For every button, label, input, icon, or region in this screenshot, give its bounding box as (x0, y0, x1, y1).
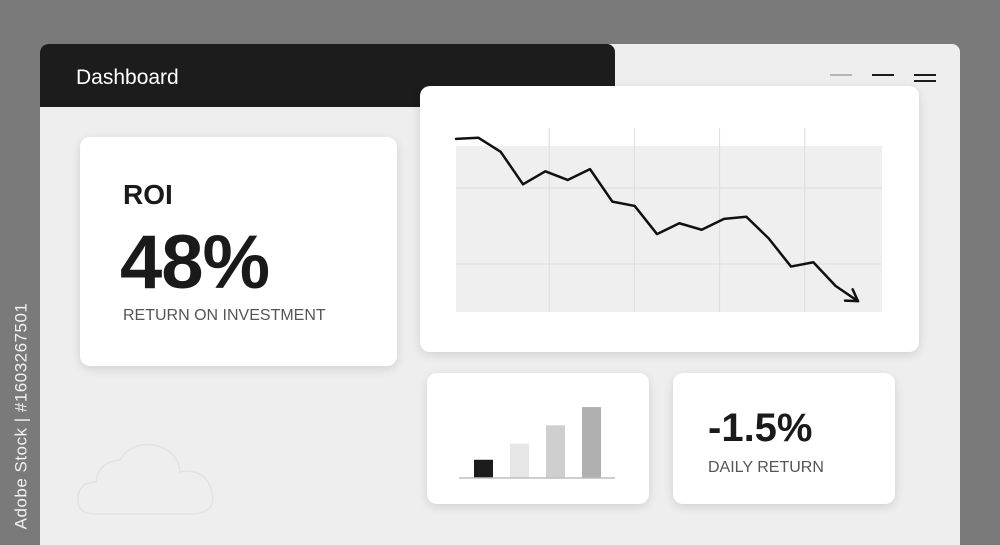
roi-caption: RETURN ON INVESTMENT (123, 307, 326, 324)
bar (546, 425, 565, 478)
bar-chart (459, 407, 615, 479)
daily-return-caption: DAILY RETURN (708, 459, 824, 476)
bar (474, 459, 493, 478)
stock-id-text: Adobe Stock | #1603267501 (11, 302, 31, 530)
line-chart (454, 128, 882, 312)
window-title: Dashboard (76, 66, 179, 89)
roi-card: ROI 48% RETURN ON INVESTMENT (80, 137, 397, 366)
maximize-icon[interactable] (872, 72, 894, 86)
minimize-icon[interactable] (830, 72, 852, 86)
stock-id-watermark: Adobe Stock | #1603267501 (6, 300, 36, 532)
window-controls (830, 72, 936, 86)
bar (582, 407, 601, 478)
bar-chart-card (427, 373, 649, 504)
roi-value: 48% (120, 220, 270, 305)
roi-label: ROI (123, 179, 173, 210)
daily-return-card: -1.5% DAILY RETURN (673, 373, 895, 504)
daily-return-value: -1.5% (708, 406, 813, 450)
dashboard-window: Dashboard ROI 48% RETURN ON INVESTMENT -… (40, 44, 960, 545)
line-chart-card (420, 86, 919, 352)
menu-icon[interactable] (914, 72, 936, 86)
bar (510, 443, 529, 478)
cloud-icon (77, 443, 214, 515)
